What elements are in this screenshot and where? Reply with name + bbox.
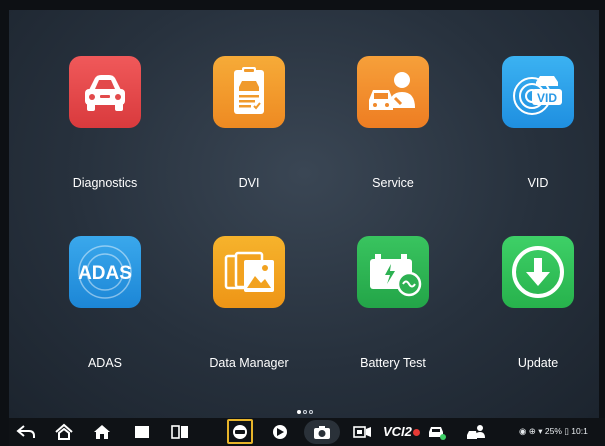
- home-alt-icon[interactable]: [53, 423, 75, 441]
- app-label: DVI: [238, 176, 260, 190]
- app-label: VID: [527, 176, 549, 190]
- app-diagnostics[interactable]: Diagnostics: [50, 56, 160, 190]
- battery-icon: [357, 236, 429, 308]
- app-label: Data Manager: [209, 356, 289, 370]
- page-dot[interactable]: [303, 410, 307, 414]
- page-dot[interactable]: [309, 410, 313, 414]
- recents-icon[interactable]: [131, 423, 153, 441]
- back-icon[interactable]: [15, 423, 37, 441]
- app-dvi[interactable]: DVI: [194, 56, 304, 190]
- svg-text:ADAS: ADAS: [78, 263, 132, 284]
- vci-icon[interactable]: VCI2: [383, 424, 420, 439]
- page-dot[interactable]: [297, 410, 301, 414]
- app-adas[interactable]: ADAS ADAS: [50, 236, 160, 370]
- vci-status-dot: [412, 429, 420, 436]
- app-label: Battery Test: [360, 356, 426, 370]
- app-update[interactable]: Update: [483, 236, 593, 370]
- mechanic-small-icon[interactable]: [465, 423, 487, 441]
- app-label: Service: [372, 176, 414, 190]
- car-icon: [69, 56, 141, 128]
- app-vid[interactable]: VID VID: [483, 56, 593, 190]
- home-screen: Diagnostics DVI Service VID VID ADAS ADA…: [9, 10, 599, 418]
- app-label: Update: [517, 356, 559, 370]
- clipboard-car-icon: [213, 56, 285, 128]
- camera-icon[interactable]: [311, 423, 333, 441]
- status-bar: ◉ ⊕ ▾ 25% ▯ 10:1: [519, 426, 588, 436]
- vid-icon: VID: [502, 56, 574, 128]
- screen-record-icon[interactable]: [351, 423, 373, 441]
- system-navbar: VCI2 ◉ ⊕ ▾ 25% ▯ 10:1: [9, 418, 605, 446]
- svg-text:VID: VID: [537, 91, 557, 105]
- browser-icon[interactable]: [269, 423, 291, 441]
- split-icon[interactable]: [169, 423, 191, 441]
- app-label: ADAS: [87, 356, 123, 370]
- app-battery-test[interactable]: Battery Test: [338, 236, 448, 370]
- car-connect-icon[interactable]: [425, 423, 447, 441]
- download-icon: [502, 236, 574, 308]
- app-label: Diagnostics: [72, 176, 138, 190]
- home-icon[interactable]: [91, 423, 113, 441]
- photos-icon: [213, 236, 285, 308]
- mechanic-icon: [357, 56, 429, 128]
- adas-icon: ADAS: [69, 236, 141, 308]
- obd-icon[interactable]: [229, 423, 251, 441]
- app-service[interactable]: Service: [338, 56, 448, 190]
- app-data-manager[interactable]: Data Manager: [194, 236, 304, 370]
- page-indicator: [297, 410, 313, 416]
